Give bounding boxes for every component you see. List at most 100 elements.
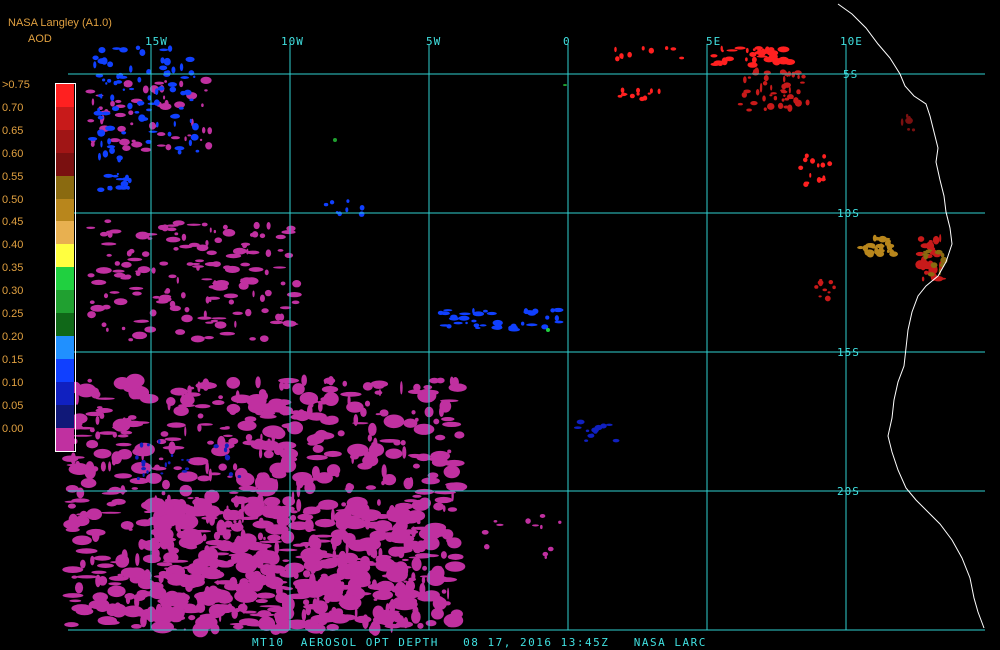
aerosol-patch <box>291 300 300 305</box>
aerosol-patch <box>109 147 115 154</box>
aerosol-patch <box>269 320 284 325</box>
lon-label-15w: 15W <box>145 35 168 48</box>
aerosol-patch <box>545 315 550 320</box>
aerosol-patch <box>281 596 295 612</box>
aerosol-patch <box>337 430 345 437</box>
aerosol-patch <box>233 495 240 508</box>
aerosol-patch <box>817 280 824 286</box>
aerosol-patch <box>228 299 235 305</box>
aerosol-patch <box>333 138 337 142</box>
aerosol-patch <box>142 539 161 551</box>
aerosol-patch <box>189 118 192 123</box>
aerosol-patch <box>763 75 769 82</box>
aerosol-patch <box>95 415 100 425</box>
aerosol-patch <box>331 538 337 551</box>
aerosol-patch <box>757 48 762 54</box>
aerosol-patch <box>441 416 455 422</box>
aerosol-patch <box>755 89 760 96</box>
aerosol-patch <box>259 294 265 303</box>
aerosol-patch <box>214 321 227 329</box>
aerosol-patch <box>930 262 938 269</box>
aerosol-patch <box>747 62 752 67</box>
aerosol-patch <box>206 554 214 559</box>
aerosol-patch <box>87 378 93 383</box>
aerosol-patch <box>242 249 247 254</box>
aerosol-patch <box>64 622 79 628</box>
aerosol-patch <box>546 328 550 332</box>
aerosol-patch <box>494 324 503 330</box>
aerosol-patch <box>119 47 128 53</box>
aerosol-patch <box>89 300 95 305</box>
aerosol-patch <box>181 314 193 323</box>
aerosol-patch <box>181 458 184 461</box>
aerosol-patch <box>72 535 92 546</box>
aerosol-patch <box>188 139 192 147</box>
aerosol-patch <box>65 527 80 533</box>
aerosol-patch <box>180 519 192 528</box>
aerosol-patch <box>531 524 539 527</box>
aerosol-patch <box>143 497 166 513</box>
aerosol-patch <box>213 229 217 234</box>
aerosol-patch <box>104 219 112 224</box>
aerosol-patch <box>880 237 891 240</box>
aerosol-patch <box>440 311 450 316</box>
aerosol-patch <box>87 311 96 319</box>
aerosol-patch <box>794 99 802 107</box>
aerosol-patch <box>184 467 190 471</box>
scale-label: 0.25 <box>2 308 24 320</box>
aerosol-patch <box>115 178 125 181</box>
aerosol-patch <box>180 292 186 299</box>
aerosol-patch <box>526 323 538 327</box>
aerosol-patch <box>762 95 766 102</box>
aerosol-patch <box>940 252 945 258</box>
aerosol-patch <box>917 236 925 242</box>
aerosol-patch <box>170 453 174 458</box>
aerosol-patch <box>481 529 489 535</box>
aerosol-patch <box>769 94 773 97</box>
aerosol-patch <box>805 99 810 106</box>
aerosol-patch <box>345 482 353 494</box>
aerosol-patch <box>619 53 624 59</box>
aerosol-patch <box>194 259 205 263</box>
aerosol-patch <box>108 461 112 472</box>
aerosol-patch <box>268 617 274 627</box>
aerosol-patch <box>204 336 214 340</box>
aerosol-patch <box>166 422 186 428</box>
aerosol-patch <box>229 406 237 416</box>
aerosol-patch <box>135 45 141 50</box>
aerosol-patch <box>190 335 205 343</box>
aerosol-patch <box>820 177 826 182</box>
aerosol-patch <box>166 397 176 406</box>
aerosol-patch <box>818 295 822 298</box>
aerosol-patch <box>292 564 295 575</box>
aerosol-patch <box>429 377 440 384</box>
aerosol-patch <box>629 93 635 99</box>
aerosol-patch <box>340 391 362 397</box>
aerosol-patch <box>121 131 127 135</box>
aerosol-patch <box>772 57 781 66</box>
aerosol-patch <box>636 92 640 96</box>
aerosol-patch <box>97 563 114 568</box>
scale-label: 0.50 <box>2 193 24 206</box>
aerosol-patch <box>338 513 351 523</box>
aerosol-patch <box>169 86 177 93</box>
aerosol-patch <box>550 308 555 313</box>
aerosol-patch <box>710 54 718 58</box>
aerosol-patch <box>408 556 430 559</box>
aerosol-patch <box>117 448 133 460</box>
aerosol-patch <box>747 76 752 79</box>
aerosol-patch <box>102 304 111 310</box>
aerosol-patch <box>79 510 89 521</box>
aerosol-patch <box>237 475 242 479</box>
aerosol-patch <box>100 461 106 472</box>
aerosol-patch <box>212 400 225 406</box>
aerosol-patch <box>191 122 199 131</box>
aerosol-patch <box>129 65 133 73</box>
aerosol-patch <box>230 522 244 532</box>
aerosol-patch <box>118 186 128 190</box>
aerosol-patch <box>822 288 828 292</box>
aerosol-patch <box>181 392 185 402</box>
aerosol-patch <box>623 93 628 96</box>
aerosol-patch <box>75 607 94 616</box>
aerosol-patches <box>62 45 948 638</box>
